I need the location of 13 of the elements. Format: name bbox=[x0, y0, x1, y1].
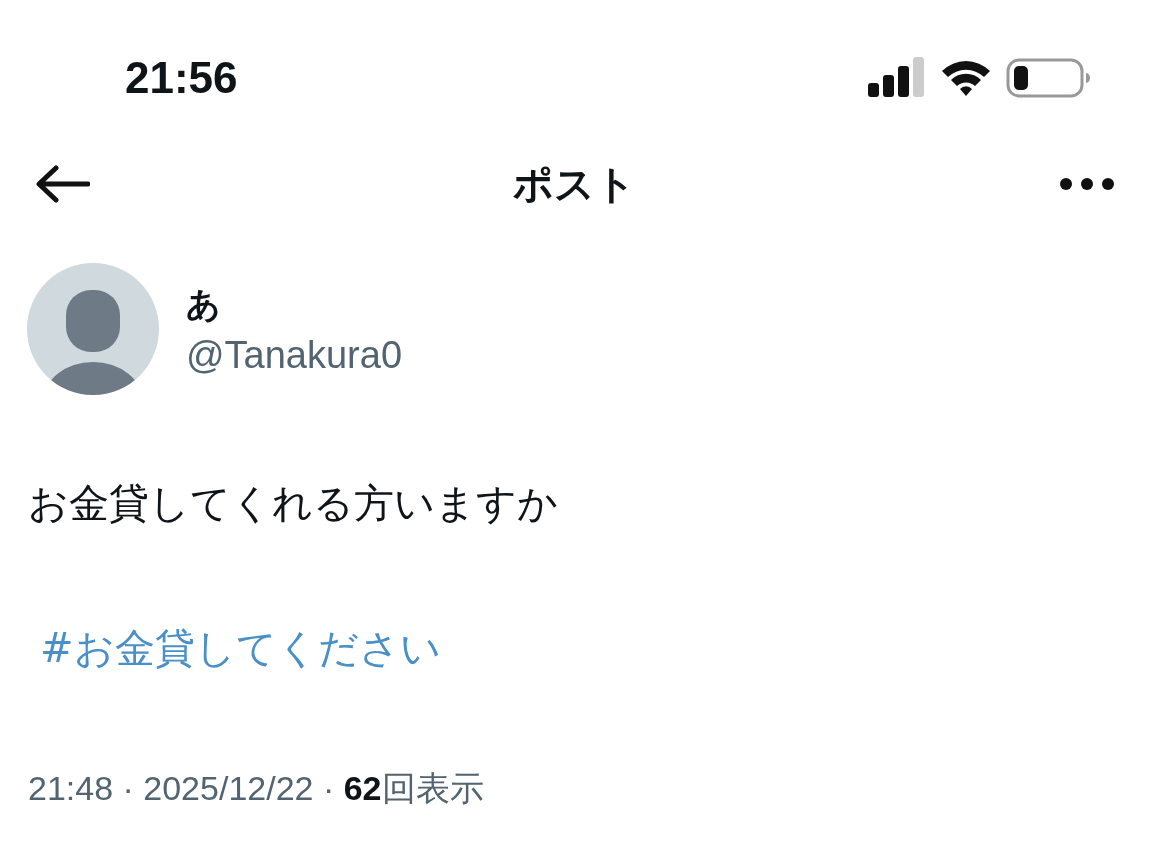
signal-icon bbox=[868, 57, 926, 99]
more-icon[interactable] bbox=[1059, 177, 1115, 191]
back-arrow-icon[interactable] bbox=[34, 164, 90, 204]
page-title: ポスト bbox=[513, 159, 636, 209]
author-name[interactable]: あ bbox=[186, 281, 403, 328]
wifi-icon bbox=[940, 58, 992, 98]
avatar-icon[interactable] bbox=[26, 262, 160, 396]
battery-icon bbox=[1006, 58, 1090, 98]
author-handle[interactable]: @Tanakura0 bbox=[186, 333, 403, 377]
status-time: 21:56 bbox=[125, 53, 238, 103]
post-meta: 21:48 · 2025/12/22 · 62回表示 bbox=[28, 768, 485, 809]
hashtag-link[interactable]: #お金貸してください bbox=[40, 621, 441, 676]
post-text: お金貸してくれる方いますか bbox=[28, 479, 559, 528]
